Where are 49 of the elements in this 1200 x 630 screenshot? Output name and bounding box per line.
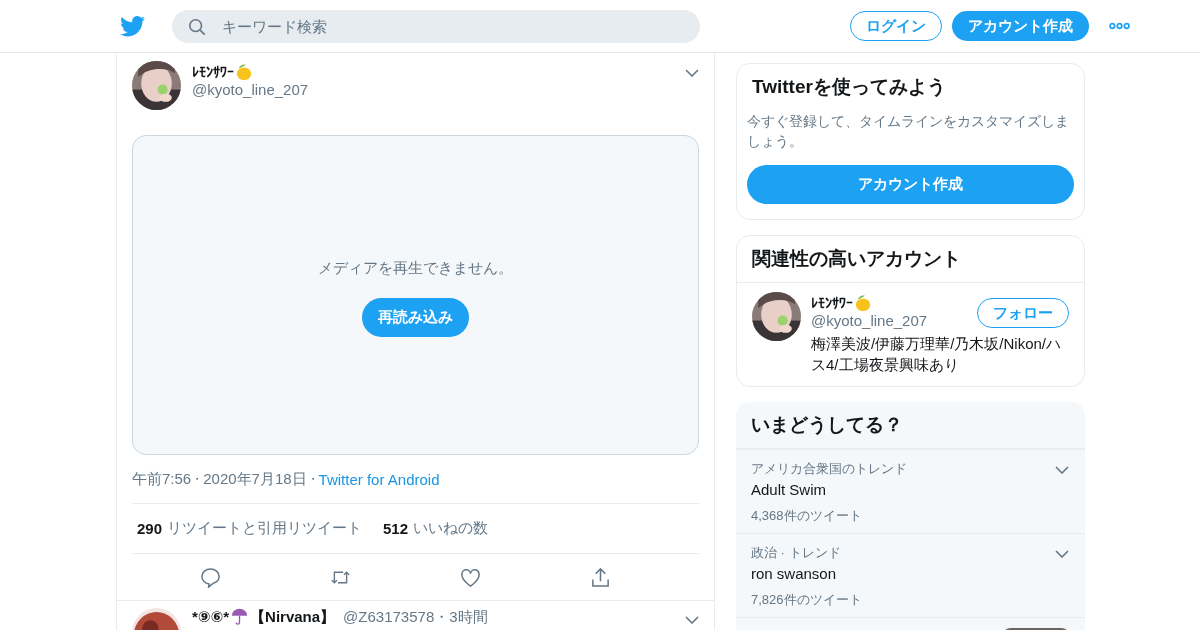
- chevron-down-icon[interactable]: [685, 69, 699, 77]
- card-text: 今すぐ登録して、タイムラインをカスタマイズしましょう。: [747, 112, 1070, 151]
- like-count: 512: [383, 520, 409, 537]
- tweet-time[interactable]: 午前7:56: [132, 469, 192, 489]
- reload-button[interactable]: 再読み込み: [362, 298, 469, 337]
- separator-dot: ・: [191, 470, 204, 488]
- trend-context: 政治 · トレンド: [751, 544, 842, 562]
- trend-name[interactable]: ron swanson: [751, 565, 1055, 582]
- user-handle: @kyoto_line_207: [192, 81, 310, 98]
- chevron-down-icon[interactable]: [1055, 466, 1069, 474]
- more-icon[interactable]: [1109, 22, 1130, 30]
- card-title: Twitterを使ってみよう: [751, 75, 947, 99]
- tweet-count: 4,368件のツイート: [751, 507, 863, 525]
- user-name-suffix: 【Nirvana】: [250, 608, 336, 625]
- login-button[interactable]: ログイン: [850, 11, 942, 41]
- media-error-message: メディアを再生できません。: [318, 259, 513, 278]
- separator-dot: ・: [434, 608, 450, 625]
- bird-logo-icon[interactable]: [120, 15, 145, 37]
- share-icon[interactable]: [589, 566, 611, 588]
- tweet-date: 2020年7月18日: [203, 469, 307, 489]
- like-label[interactable]: いいねの数: [413, 519, 489, 538]
- heart-icon[interactable]: [459, 566, 481, 588]
- follow-button[interactable]: フォロー: [977, 298, 1069, 328]
- chevron-down-icon[interactable]: [685, 616, 699, 624]
- reply-icon[interactable]: [200, 566, 222, 588]
- tweet-count: 7,826件のツイート: [751, 591, 863, 609]
- user-handle: @kyoto_line_207: [811, 312, 929, 329]
- user-handle: @Z63173578: [343, 608, 435, 625]
- retweet-label[interactable]: リツイートと引用リツイート: [167, 519, 363, 538]
- lemon-icon: [235, 63, 253, 81]
- tweet-age: 3時間: [449, 608, 488, 625]
- search-field[interactable]: キーワード検索: [172, 9, 700, 43]
- trend-context: アメリカ合衆国のトレンド: [751, 460, 908, 478]
- lemon-icon: [854, 294, 872, 312]
- separator-dot: ・: [306, 470, 319, 488]
- card-title: いまどうしてる？: [736, 402, 1085, 449]
- user-name: ﾚﾓﾝｻﾜｰ: [811, 295, 853, 311]
- signup-button[interactable]: アカウント作成: [747, 165, 1074, 204]
- search-icon: [188, 17, 206, 36]
- user-name: ﾚﾓﾝｻﾜｰ: [192, 64, 234, 80]
- user-bio: 梅澤美波/伊藤万理華/乃木坂/Nikon/ハス4/工場夜景興味あり: [811, 334, 1063, 375]
- card-title: 関連性の高いアカウント: [737, 236, 1084, 283]
- signup-button[interactable]: アカウント作成: [952, 11, 1089, 41]
- retweet-count: 290: [137, 520, 163, 537]
- trend-name[interactable]: Adult Swim: [751, 481, 1055, 498]
- source-link[interactable]: Twitter for Android: [318, 470, 440, 488]
- user-name: *⑨⑥*: [192, 608, 230, 625]
- umbrella-icon: [231, 608, 249, 625]
- chevron-down-icon[interactable]: [1055, 550, 1069, 558]
